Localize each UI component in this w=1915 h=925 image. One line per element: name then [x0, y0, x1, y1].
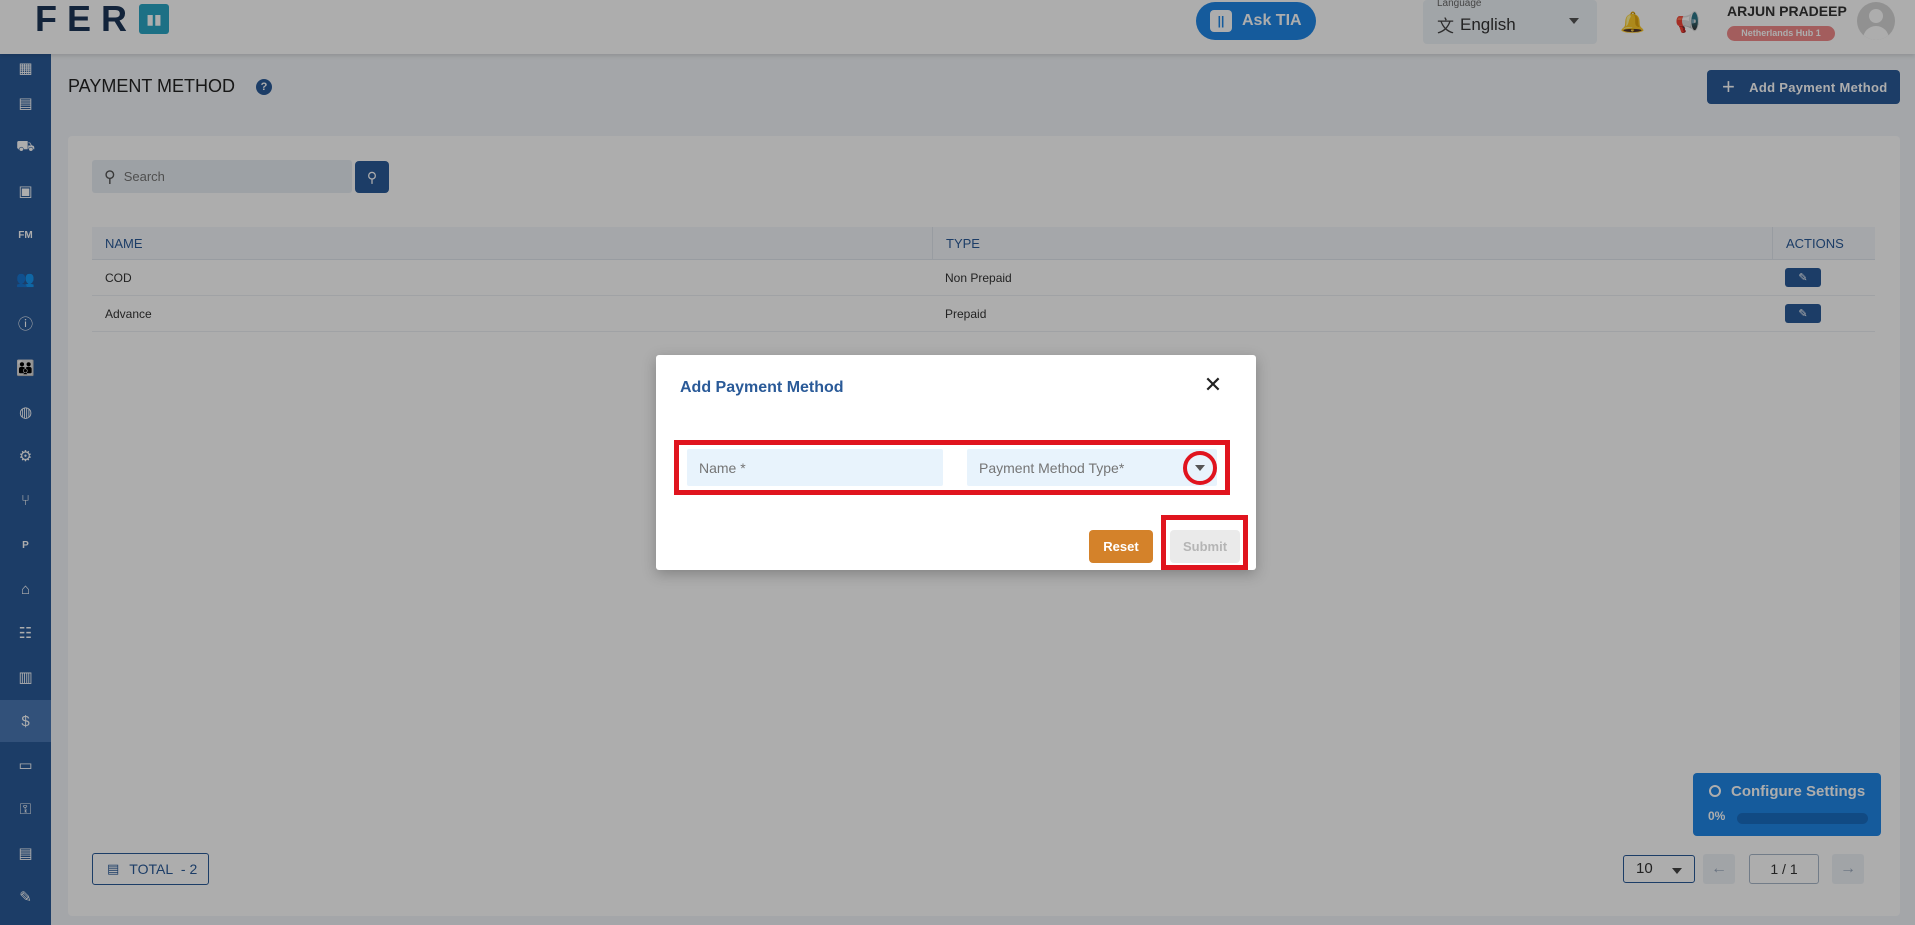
payment-method-type-select[interactable] [967, 449, 1217, 486]
payment-method-type-field[interactable] [979, 459, 1209, 476]
dropdown-toggle[interactable] [1183, 451, 1217, 485]
close-icon[interactable]: ✕ [1203, 374, 1223, 396]
chevron-down-icon [1195, 465, 1205, 471]
name-field[interactable] [699, 459, 929, 476]
dialog-title: Add Payment Method [680, 379, 844, 396]
submit-button[interactable]: Submit [1170, 530, 1240, 563]
name-field-container [687, 449, 943, 486]
add-payment-method-dialog: Add Payment Method ✕ Reset Submit [656, 355, 1256, 570]
reset-button[interactable]: Reset [1089, 530, 1153, 563]
